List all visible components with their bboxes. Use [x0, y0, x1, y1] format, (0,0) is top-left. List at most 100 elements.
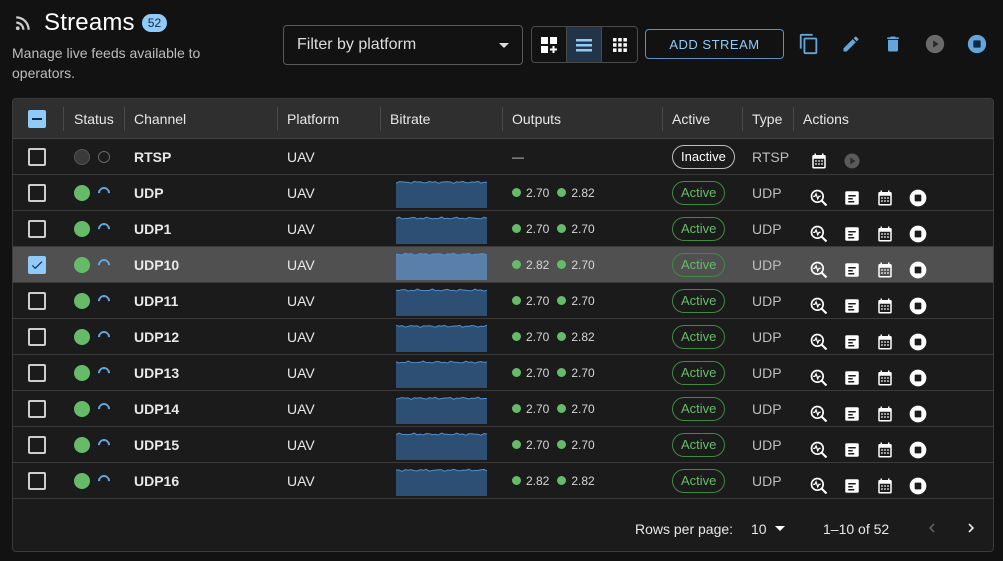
calendar-icon[interactable]: [875, 404, 895, 424]
stop-icon[interactable]: [965, 32, 989, 56]
stop-icon[interactable]: [908, 296, 928, 316]
table-row[interactable]: UDP UAV 2.70 2.82 Active UDP: [13, 175, 993, 211]
select-all-checkbox[interactable]: [28, 99, 46, 139]
row-checkbox[interactable]: [28, 471, 46, 490]
calendar-icon[interactable]: [809, 151, 829, 171]
table-row[interactable]: UDP13 UAV 2.70 2.70 Active UDP: [13, 355, 993, 391]
grid-view-button[interactable]: [602, 27, 637, 62]
play-icon[interactable]: [842, 151, 862, 171]
add-stream-button[interactable]: ADD STREAM: [645, 29, 784, 59]
platform-value: UAV: [287, 436, 315, 453]
column-bitrate[interactable]: Bitrate: [390, 99, 430, 139]
row-checkbox[interactable]: [28, 255, 46, 274]
row-checkbox-cell: [28, 355, 46, 390]
chevron-right-icon[interactable]: [962, 519, 980, 540]
calendar-icon[interactable]: [875, 332, 895, 352]
inspect-icon[interactable]: [809, 296, 829, 316]
row-checkbox[interactable]: [28, 435, 46, 454]
log-icon[interactable]: [842, 296, 862, 316]
column-active[interactable]: Active: [672, 99, 710, 139]
stop-icon[interactable]: [908, 368, 928, 388]
rows-per-page-select[interactable]: 10: [751, 521, 785, 537]
inspect-icon[interactable]: [809, 188, 829, 208]
stop-icon[interactable]: [908, 440, 928, 460]
log-icon[interactable]: [842, 260, 862, 280]
play-icon[interactable]: [923, 32, 947, 56]
log-icon[interactable]: [842, 476, 862, 496]
type-value: UDP: [752, 328, 782, 345]
inspect-icon[interactable]: [809, 440, 829, 460]
log-icon[interactable]: [842, 224, 862, 244]
checkbox[interactable]: [28, 110, 46, 128]
inspect-icon[interactable]: [809, 476, 829, 496]
column-status[interactable]: Status: [74, 99, 114, 139]
table-row[interactable]: UDP1 UAV 2.70 2.70 Active UDP: [13, 211, 993, 247]
edit-icon[interactable]: [839, 32, 863, 56]
actions-cell: [809, 432, 941, 467]
column-separator: [742, 107, 743, 131]
calendar-icon[interactable]: [875, 188, 895, 208]
active-status-badge: Active: [672, 216, 726, 241]
status-cell: [74, 211, 113, 246]
stop-icon[interactable]: [908, 404, 928, 424]
chevron-left-icon[interactable]: [923, 519, 941, 540]
row-checkbox[interactable]: [28, 399, 46, 418]
stop-icon[interactable]: [908, 188, 928, 208]
outputs-values: 2.82 2.70: [512, 258, 603, 272]
actions-cell: [809, 180, 941, 215]
calendar-icon[interactable]: [875, 476, 895, 496]
table-row[interactable]: UDP10 UAV 2.82 2.70 Active UDP: [13, 247, 993, 283]
inspect-icon[interactable]: [809, 404, 829, 424]
row-checkbox[interactable]: [28, 183, 46, 202]
column-outputs[interactable]: Outputs: [512, 99, 561, 139]
inspect-icon[interactable]: [809, 368, 829, 388]
row-checkbox[interactable]: [28, 219, 46, 238]
stop-icon[interactable]: [908, 332, 928, 352]
grid-add-view-button[interactable]: [532, 27, 567, 62]
stop-icon[interactable]: [908, 476, 928, 496]
row-checkbox[interactable]: [28, 363, 46, 382]
log-icon[interactable]: [842, 404, 862, 424]
copy-icon[interactable]: [797, 32, 821, 56]
status-online-dot: [74, 472, 90, 489]
table-row[interactable]: RTSP UAV — Inactive RTSP: [13, 139, 993, 175]
table-row[interactable]: UDP14 UAV 2.70 2.70 Active UDP: [13, 391, 993, 427]
calendar-icon[interactable]: [875, 260, 895, 280]
list-view-button[interactable]: [567, 27, 602, 62]
delete-icon[interactable]: [881, 32, 905, 56]
output-status-dot: [557, 332, 567, 341]
outputs-cell: —: [512, 139, 532, 174]
log-icon[interactable]: [842, 368, 862, 388]
inspect-icon[interactable]: [809, 332, 829, 352]
rss-icon: [12, 12, 34, 34]
inspect-icon[interactable]: [809, 260, 829, 280]
row-checkbox-cell: [28, 391, 46, 426]
table-row[interactable]: UDP12 UAV 2.70 2.82 Active UDP: [13, 319, 993, 355]
table-row[interactable]: UDP15 UAV 2.70 2.70 Active UDP: [13, 427, 993, 463]
outputs-values: 2.82 2.82: [512, 474, 603, 488]
row-checkbox[interactable]: [28, 291, 46, 310]
inspect-icon[interactable]: [809, 224, 829, 244]
log-icon[interactable]: [842, 332, 862, 352]
stop-icon[interactable]: [908, 260, 928, 280]
column-type[interactable]: Type: [752, 99, 782, 139]
active-status-badge: Active: [672, 180, 726, 205]
outputs-cell: 2.70 2.82: [512, 175, 603, 210]
log-icon[interactable]: [842, 188, 862, 208]
stop-icon[interactable]: [908, 224, 928, 244]
status-cell: [74, 247, 113, 282]
column-channel[interactable]: Channel: [134, 99, 186, 139]
row-checkbox[interactable]: [28, 327, 46, 346]
calendar-icon[interactable]: [875, 224, 895, 244]
grid-icon: [612, 37, 627, 52]
column-platform[interactable]: Platform: [287, 99, 339, 139]
table-row[interactable]: UDP11 UAV 2.70 2.70 Active UDP: [13, 283, 993, 319]
calendar-icon[interactable]: [875, 440, 895, 460]
table-row[interactable]: UDP16 UAV 2.82 2.82 Active UDP: [13, 463, 993, 499]
row-checkbox[interactable]: [28, 147, 46, 166]
calendar-icon[interactable]: [875, 296, 895, 316]
log-icon[interactable]: [842, 440, 862, 460]
platform-value: UAV: [287, 148, 315, 165]
calendar-icon[interactable]: [875, 368, 895, 388]
platform-filter-select[interactable]: Filter by platform: [283, 25, 523, 65]
